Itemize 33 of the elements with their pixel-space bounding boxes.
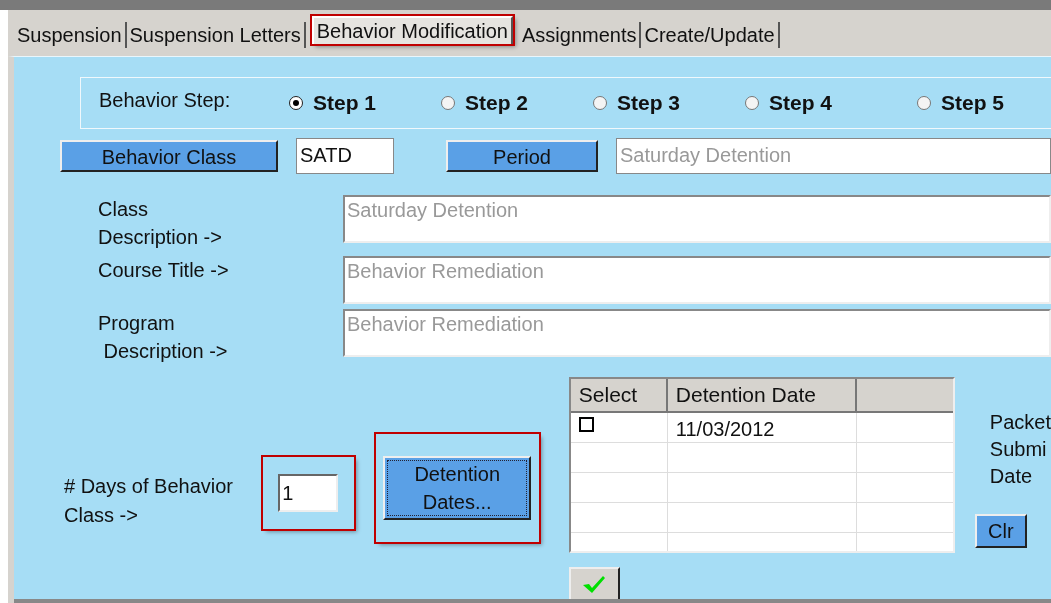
step-label: Behavior Step: <box>99 88 232 113</box>
tab[interactable]: Assignments <box>519 22 642 48</box>
step-label[interactable]: Step 5 <box>941 87 1005 119</box>
days-label: # Days of Behavior Class -> <box>64 474 234 528</box>
field-label: Course Title -> <box>98 258 230 283</box>
step-label[interactable]: Step 3 <box>617 87 681 119</box>
checkmark-icon <box>581 574 608 594</box>
column-header[interactable]: Select <box>570 379 668 411</box>
behavior-class-button[interactable]: Behavior Class <box>60 140 278 172</box>
column-header[interactable]: Detention Date <box>667 379 857 411</box>
step-label[interactable]: Step 2 <box>465 87 529 119</box>
radio-button[interactable] <box>917 96 931 110</box>
tab[interactable]: Create/Update <box>641 22 780 48</box>
days-field[interactable]: 1 <box>278 474 339 512</box>
clear-button[interactable]: Clr <box>974 514 1027 548</box>
select-checkbox[interactable] <box>578 417 594 432</box>
confirm-button[interactable] <box>568 567 620 601</box>
radio-button[interactable] <box>289 96 303 110</box>
class-code-field[interactable]: SATD <box>296 138 394 174</box>
detention-dates-button[interactable]: Detention Dates... <box>383 456 532 520</box>
step-label[interactable]: Step 4 <box>769 87 833 119</box>
radio-button[interactable] <box>593 96 607 110</box>
tab[interactable]: Behavior Modification <box>311 16 513 44</box>
field-label: Program Description -> <box>98 311 229 364</box>
radio-button[interactable] <box>441 96 455 110</box>
step-label[interactable]: Step 1 <box>313 87 377 119</box>
packet-date-label: Packet Submi Date <box>989 410 1051 489</box>
radio-button[interactable] <box>745 96 759 110</box>
period-button[interactable]: Period <box>446 140 598 172</box>
field-label: Class Description -> <box>98 197 223 250</box>
table-cell: 11/03/2012 <box>667 413 857 442</box>
tab[interactable]: Suspension <box>14 22 127 48</box>
tab[interactable]: Suspension Letters <box>126 22 306 48</box>
